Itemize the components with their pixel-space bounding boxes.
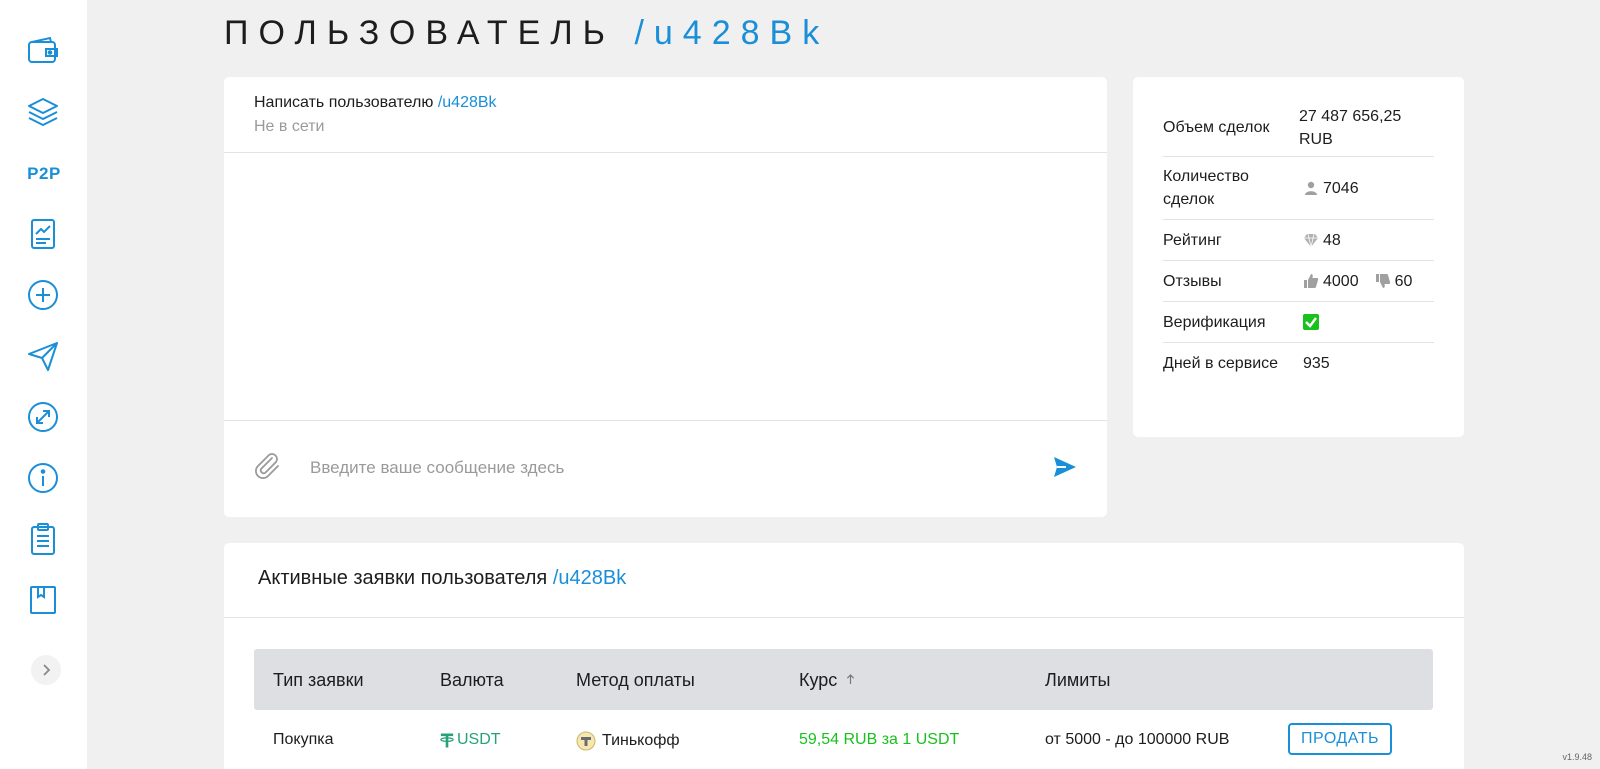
stat-reviews: Отзывы 4000 60 — [1163, 261, 1434, 302]
user-online-status: Не в сети — [254, 118, 325, 135]
chat-recipient-line: Написать пользователю /u428Bk — [254, 94, 1077, 112]
stat-deals-value: 7046 — [1323, 179, 1359, 197]
clipboard-icon — [31, 523, 55, 555]
paperclip-icon[interactable] — [252, 451, 282, 481]
stat-volume-label: Объем сделок — [1163, 119, 1270, 136]
stat-rating-value: 48 — [1323, 231, 1341, 249]
sidebar-item-orders[interactable] — [25, 521, 61, 557]
info-circle-icon — [28, 463, 58, 493]
column-header-rate[interactable]: Курс — [799, 670, 855, 691]
chat-messages-area — [224, 153, 1107, 421]
verified-check-icon — [1303, 314, 1319, 330]
stat-days-label: Дней в сервисе — [1163, 355, 1279, 372]
orders-table-header: Тип заявки Валюта Метод оплаты Курс Лими… — [254, 649, 1433, 710]
active-orders-header: Активные заявки пользователя /u428Bk — [224, 543, 1464, 618]
stat-reviews-negative: 60 — [1394, 272, 1413, 290]
chat-write-label: Написать пользователю — [254, 94, 434, 111]
stat-deals: Количество сделок 7046 — [1163, 157, 1434, 220]
stat-volume-value: 27 487 656,25 RUB — [1299, 107, 1402, 148]
user-stats-panel: Объем сделок 27 487 656,25 RUB Количеств… — [1133, 77, 1464, 437]
message-input[interactable] — [310, 453, 1010, 483]
active-orders-panel: Активные заявки пользователя /u428Bk Тип… — [224, 543, 1464, 769]
stat-verification-label: Верификация — [1163, 313, 1266, 331]
stat-volume: Объем сделок 27 487 656,25 RUB — [1163, 99, 1434, 157]
stat-reviews-positive: 4000 — [1323, 272, 1359, 290]
thumbs-down-icon — [1375, 274, 1390, 288]
sidebar-collapse-button[interactable] — [31, 655, 61, 685]
sidebar: P2P — [0, 0, 87, 769]
sidebar-item-p2p[interactable]: P2P — [22, 164, 66, 184]
chat-panel: Написать пользователю /u428Bk Не в сети — [224, 77, 1107, 517]
sidebar-item-layers[interactable] — [25, 94, 61, 130]
app-version: v1.9.48 — [1562, 752, 1592, 762]
column-header-limits: Лимиты — [1045, 670, 1111, 690]
table-row: Покупка USDT Тинькофф 59,54 RUB за 1 USD… — [254, 710, 1433, 769]
wallet-icon — [28, 36, 58, 63]
order-payment-method: Тинькофф — [602, 732, 680, 749]
stat-reviews-label: Отзывы — [1163, 272, 1222, 290]
sidebar-item-info[interactable] — [25, 460, 61, 496]
user-icon — [1305, 181, 1317, 195]
sell-button[interactable]: ПРОДАТЬ — [1288, 723, 1392, 755]
chevron-right-icon — [43, 664, 51, 676]
stat-rating-label: Рейтинг — [1163, 231, 1222, 249]
column-header-type: Тип заявки — [273, 670, 364, 690]
order-limits: от 5000 - до 100000 RUB — [1045, 731, 1230, 748]
sidebar-item-create[interactable] — [25, 277, 61, 313]
plus-circle-icon — [28, 280, 58, 310]
column-header-rate-label: Курс — [799, 670, 838, 690]
sidebar-item-reports[interactable] — [25, 216, 61, 252]
column-header-payment: Метод оплаты — [576, 670, 695, 690]
chat-input-row — [224, 421, 1107, 516]
sidebar-item-exchange[interactable] — [25, 399, 61, 435]
order-currency: USDT — [457, 731, 501, 748]
chat-recipient-link[interactable]: /u428Bk — [438, 94, 497, 111]
send-icon[interactable] — [1052, 455, 1078, 479]
page-title-user: /u428Bk — [634, 14, 830, 52]
tinkoff-logo-icon — [576, 731, 596, 751]
stat-verification: Верификация — [1163, 302, 1434, 343]
page-title: ПОЛЬЗОВАТЕЛЬ /u428Bk — [224, 14, 829, 53]
arrow-up-icon — [847, 674, 855, 684]
stat-deals-label: Количество сделок — [1163, 168, 1249, 208]
page-title-prefix: ПОЛЬЗОВАТЕЛЬ — [224, 14, 615, 52]
thumbs-up-icon — [1304, 274, 1319, 288]
tether-icon — [440, 733, 454, 747]
chat-header: Написать пользователю /u428Bk Не в сети — [224, 77, 1107, 153]
diamond-icon — [1304, 233, 1318, 248]
sidebar-item-docs[interactable] — [25, 582, 61, 618]
layers-icon — [28, 98, 58, 126]
active-orders-user: /u428Bk — [552, 567, 627, 589]
stat-days: Дней в сервисе 935 — [1163, 343, 1434, 384]
order-type: Покупка — [273, 731, 334, 748]
active-orders-title: Активные заявки пользователя — [258, 567, 548, 589]
column-header-currency: Валюта — [440, 670, 504, 690]
exchange-circle-icon — [28, 402, 58, 432]
report-chart-icon — [31, 219, 55, 249]
paper-plane-icon — [28, 342, 58, 371]
sidebar-item-wallet[interactable] — [25, 33, 61, 69]
stat-rating: Рейтинг 48 — [1163, 220, 1434, 261]
sidebar-item-send[interactable] — [25, 338, 61, 374]
stat-days-value: 935 — [1303, 355, 1330, 372]
order-rate: 59,54 RUB за 1 USDT — [799, 731, 960, 748]
book-icon — [30, 586, 56, 614]
